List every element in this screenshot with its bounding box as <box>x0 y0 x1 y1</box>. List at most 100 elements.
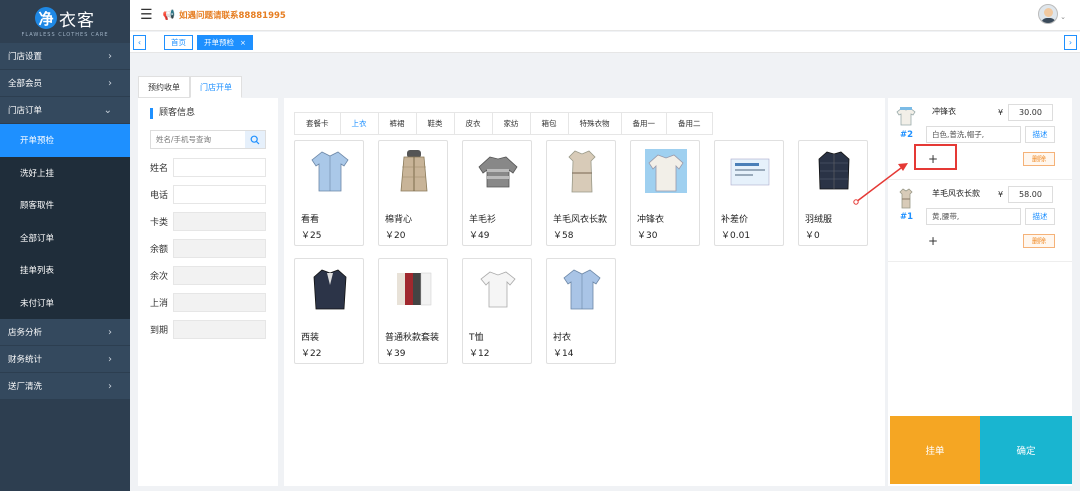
hold-order-button[interactable]: 挂单 <box>890 416 980 484</box>
sidebar-item-checkin[interactable]: 开单预检 <box>0 124 130 157</box>
shirt-icon <box>561 265 603 313</box>
product-card[interactable]: 羊毛风衣长款 ￥58 <box>546 140 616 246</box>
product-price: ￥0.01 <box>721 231 751 241</box>
order-item-desc[interactable]: 白色,普洗,帽子, <box>926 126 1021 143</box>
tab-store-order[interactable]: 门店开单 <box>190 76 242 98</box>
jacket-icon <box>645 147 687 195</box>
product-card[interactable]: 看看 ￥25 <box>294 140 364 246</box>
chevron-right-icon: › <box>108 77 112 89</box>
confirm-button[interactable]: 确定 <box>980 416 1072 484</box>
customer-search-input[interactable] <box>151 131 245 148</box>
sidebar-item-hold-list[interactable]: 挂单列表 <box>0 254 130 287</box>
field-last-row: 上消 <box>150 293 266 312</box>
search-button[interactable] <box>245 131 265 148</box>
sidebar-item-hang[interactable]: 洗好上挂 <box>0 157 130 190</box>
customer-title: 顾客信息 <box>150 108 195 119</box>
notice: 📢 如遇问题请联系88881995 <box>162 9 286 22</box>
category-tab[interactable]: 上衣 <box>341 113 379 134</box>
tabs-next-button[interactable]: › <box>1064 35 1077 50</box>
field-card-row: 卡类 <box>150 212 266 231</box>
search-icon <box>250 135 260 144</box>
product-card[interactable]: 补差价 ￥0.01 <box>714 140 784 246</box>
product-card[interactable]: 普通秋款套装 ￥39 <box>378 258 448 364</box>
describe-button[interactable]: 描述 <box>1025 208 1055 225</box>
times-field <box>173 266 266 285</box>
category-tab[interactable]: 备用一 <box>622 113 667 134</box>
outfit-set-icon <box>393 265 435 313</box>
suit-icon <box>309 265 351 313</box>
sidebar-item-pickup[interactable]: 顾客取件 <box>0 189 130 222</box>
product-price: ￥39 <box>385 349 406 359</box>
customer-search <box>150 130 266 149</box>
last-purchase-field <box>173 293 266 312</box>
phone-field[interactable] <box>173 185 266 204</box>
currency-symbol: ¥ <box>998 108 1004 117</box>
category-tab[interactable]: 特殊衣物 <box>569 113 622 134</box>
product-price: ￥49 <box>469 231 490 241</box>
sidebar-item-unpaid[interactable]: 未付订单 <box>0 287 130 320</box>
category-tab[interactable]: 备用二 <box>667 113 712 134</box>
tab-bar: ‹ 首页 开单预检 × › <box>130 32 1080 53</box>
megaphone-icon: 📢 <box>162 9 176 21</box>
delete-button[interactable]: 删除 <box>1023 152 1055 166</box>
product-card[interactable]: 羽绒服 ￥0 <box>798 140 868 246</box>
order-item-desc[interactable]: 黄,腰带, <box>926 208 1021 225</box>
product-card[interactable]: 冲锋衣 ￥30 <box>630 140 700 246</box>
product-name: 西装 <box>301 333 320 343</box>
category-tab[interactable]: 箱包 <box>531 113 569 134</box>
name-field[interactable] <box>173 158 266 177</box>
product-card[interactable]: 西装 ￥22 <box>294 258 364 364</box>
product-card[interactable]: 棉背心 ￥20 <box>378 140 448 246</box>
close-icon[interactable]: × <box>240 39 246 47</box>
product-card[interactable]: T恤 ￥12 <box>462 258 532 364</box>
logo: 净 衣客 FLAWLESS CLOTHES CARE <box>0 0 130 43</box>
sidebar-group-factory[interactable]: 送厂清洗 › <box>0 373 130 400</box>
tab-checkin[interactable]: 开单预检 × <box>197 35 253 50</box>
product-name: 普通秋款套装 <box>385 333 440 343</box>
order-item-price[interactable]: 58.00 <box>1008 186 1053 203</box>
chevron-down-icon[interactable]: ⌄ <box>1060 13 1066 21</box>
plus-icon[interactable]: + <box>926 234 940 248</box>
product-price: ￥58 <box>553 231 574 241</box>
category-tabs: 套餐卡 上衣 裤裙 鞋类 皮衣 家纺 箱包 特殊衣物 备用一 备用二 <box>294 112 713 135</box>
category-tab[interactable]: 家纺 <box>493 113 531 134</box>
tab-home[interactable]: 首页 <box>164 35 193 50</box>
category-tab[interactable]: 皮衣 <box>455 113 493 134</box>
product-card[interactable]: 衬衣 ￥14 <box>546 258 616 364</box>
field-phone-row: 电话 <box>150 185 266 204</box>
product-price: ￥0 <box>805 231 820 241</box>
balance-field <box>173 239 266 258</box>
order-item-number: #1 <box>900 212 914 222</box>
chevron-right-icon: › <box>108 380 112 392</box>
currency-symbol: ¥ <box>998 190 1004 199</box>
product-card[interactable]: 羊毛衫 ￥49 <box>462 140 532 246</box>
product-price: ￥22 <box>301 349 322 359</box>
avatar[interactable] <box>1038 4 1058 24</box>
sidebar-item-all-orders[interactable]: 全部订单 <box>0 222 130 255</box>
order-panel: #2 冲锋衣 ¥ 30.00 白色,普洗,帽子, 描述 + 删除 #1 羊毛风衣… <box>888 98 1072 486</box>
trench-coat-icon <box>894 186 918 210</box>
category-tab[interactable]: 套餐卡 <box>295 113 341 134</box>
order-item-price[interactable]: 30.00 <box>1008 104 1053 121</box>
tab-reservation[interactable]: 预约收单 <box>138 76 190 98</box>
product-price: ￥30 <box>637 231 658 241</box>
chevron-right-icon: › <box>108 50 112 62</box>
menu-toggle-icon[interactable]: ☰ <box>140 7 153 23</box>
delete-button[interactable]: 删除 <box>1023 234 1055 248</box>
sidebar-group-store-orders[interactable]: 门店订单 ⌄ <box>0 97 130 124</box>
category-tab[interactable]: 鞋类 <box>417 113 455 134</box>
sidebar-group-finance[interactable]: 财务统计 › <box>0 346 130 373</box>
product-name: 棉背心 <box>385 215 413 225</box>
jacket-icon <box>894 104 918 128</box>
sidebar-group-store-settings[interactable]: 门店设置 › <box>0 43 130 70</box>
field-name-row: 姓名 <box>150 158 266 177</box>
describe-button[interactable]: 描述 <box>1025 126 1055 143</box>
shirt-icon <box>309 147 351 195</box>
sidebar-group-members[interactable]: 全部会员 › <box>0 70 130 97</box>
product-name: 冲锋衣 <box>637 215 665 225</box>
sidebar-group-analysis[interactable]: 店务分析 › <box>0 319 130 346</box>
expire-field <box>173 320 266 339</box>
category-tab[interactable]: 裤裙 <box>379 113 417 134</box>
tabs-prev-button[interactable]: ‹ <box>133 35 146 50</box>
down-jacket-icon <box>813 147 855 195</box>
